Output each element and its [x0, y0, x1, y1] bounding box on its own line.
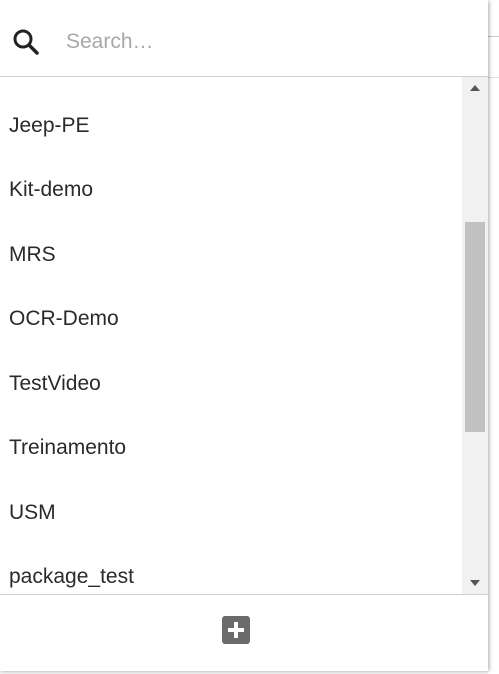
search-input[interactable] — [66, 26, 466, 58]
list-item[interactable]: TestVideo — [0, 352, 460, 416]
list-item-label: Jeep-PE — [9, 114, 90, 137]
list-item-label: Kit-demo — [9, 178, 94, 201]
add-project-button[interactable] — [222, 616, 250, 644]
list-item-label: Treinamento — [9, 436, 127, 459]
list-item[interactable]: Treinamento — [0, 416, 460, 480]
list-item[interactable]: USM — [0, 481, 460, 545]
list-item-label: USM — [9, 501, 56, 524]
project-selector-dropdown: Jeep-PE Kit-demo MRS OCR-Demo TestVideo … — [0, 0, 488, 671]
background-divider — [488, 77, 499, 78]
background-divider — [488, 36, 499, 37]
list-item[interactable]: package_test — [0, 545, 460, 594]
list-item[interactable]: MRS — [0, 223, 460, 287]
search-bar — [0, 8, 488, 77]
chevron-up-icon[interactable] — [462, 77, 488, 99]
search-icon — [12, 28, 40, 56]
background-page-edge — [488, 0, 499, 674]
list-item-label: OCR-Demo — [9, 307, 119, 330]
list-item[interactable]: Jeep-PE — [0, 94, 460, 158]
list-scrollbar[interactable] — [462, 77, 488, 594]
scrollbar-thumb[interactable] — [465, 222, 485, 432]
list-item-label: MRS — [9, 243, 56, 266]
list-item[interactable]: Kit-demo — [0, 158, 460, 222]
list-item[interactable]: OCR-Demo — [0, 287, 460, 351]
project-list: Jeep-PE Kit-demo MRS OCR-Demo TestVideo … — [0, 77, 488, 594]
list-item-label: package_test — [9, 565, 134, 588]
chevron-down-icon[interactable] — [462, 572, 488, 594]
dropdown-footer — [0, 594, 488, 671]
list-item-label: TestVideo — [9, 372, 101, 395]
